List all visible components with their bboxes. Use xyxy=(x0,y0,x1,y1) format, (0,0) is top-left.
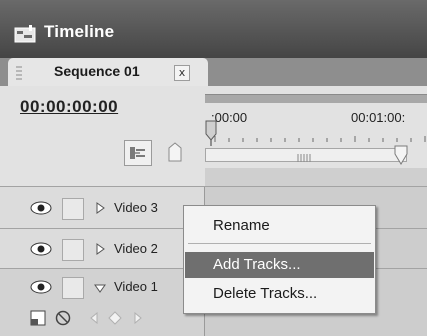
previous-keyframe-icon[interactable] xyxy=(88,311,100,325)
track-header[interactable]: Video 3 xyxy=(0,187,205,229)
viewing-area-bar[interactable] xyxy=(205,94,427,103)
tab-close-button[interactable]: x xyxy=(174,65,190,81)
keyframes-toggle-icon[interactable] xyxy=(55,310,71,326)
title-bar: Timeline xyxy=(0,0,427,58)
eye-icon[interactable] xyxy=(30,280,52,294)
ruler-ticks xyxy=(214,136,426,142)
menu-separator xyxy=(188,243,371,244)
timeline-icon xyxy=(14,25,36,43)
eye-icon[interactable] xyxy=(30,201,52,215)
menu-item-add-tracks[interactable]: Add Tracks... xyxy=(185,252,374,278)
menu-item-delete-tracks[interactable]: Delete Tracks... xyxy=(185,281,374,307)
snap-icon xyxy=(130,147,145,159)
menu-item-rename[interactable]: Rename xyxy=(185,213,374,239)
tab-label: Sequence 01 xyxy=(54,63,140,79)
time-ruler[interactable]: :00:00 00:01:00: xyxy=(205,86,427,186)
track-lock-toggle[interactable] xyxy=(62,239,84,261)
ruler-footer xyxy=(205,168,427,186)
timecode-display[interactable]: 00:00:00:00 xyxy=(20,97,118,117)
next-keyframe-icon[interactable] xyxy=(132,311,144,325)
timecode-panel: 00:00:00:00 xyxy=(0,86,205,186)
menu-item-label: Delete Tracks... xyxy=(213,285,318,302)
track-name: Video 1 xyxy=(114,279,158,294)
track-name: Video 2 xyxy=(114,241,158,256)
tab-grip-icon[interactable] xyxy=(16,66,22,80)
eye-icon[interactable] xyxy=(30,242,52,256)
expand-triangle-icon[interactable] xyxy=(94,202,106,214)
timeline-panel: Timeline Sequence 01 x 00:00:00:00 :00:0… xyxy=(0,0,427,336)
ruler-tick-label: 00:01:00: xyxy=(351,110,406,125)
track-lock-toggle[interactable] xyxy=(62,277,84,299)
context-menu: Rename Add Tracks... Delete Tracks... xyxy=(183,205,376,314)
display-style-icon[interactable] xyxy=(30,310,46,326)
tab-sequence-01[interactable]: Sequence 01 x xyxy=(8,58,208,86)
set-marker-icon[interactable] xyxy=(168,142,182,162)
collapse-triangle-icon[interactable] xyxy=(94,282,106,294)
menu-item-label: Rename xyxy=(213,217,270,234)
snap-button[interactable] xyxy=(124,140,152,166)
track-lock-toggle[interactable] xyxy=(62,198,84,220)
add-keyframe-icon[interactable] xyxy=(108,311,122,325)
menu-item-label: Add Tracks... xyxy=(213,256,301,273)
playhead-icon[interactable] xyxy=(205,120,217,146)
work-area-end-handle[interactable] xyxy=(393,144,409,166)
tab-strip: Sequence 01 x xyxy=(0,58,427,86)
track-name: Video 3 xyxy=(114,200,158,215)
work-area-grip xyxy=(297,154,311,162)
expand-triangle-icon[interactable] xyxy=(94,243,106,255)
track-header[interactable]: Video 1 xyxy=(0,269,205,336)
work-area-bar[interactable] xyxy=(205,148,407,162)
track-header[interactable]: Video 2 xyxy=(0,229,205,269)
panel-title: Timeline xyxy=(44,22,115,41)
